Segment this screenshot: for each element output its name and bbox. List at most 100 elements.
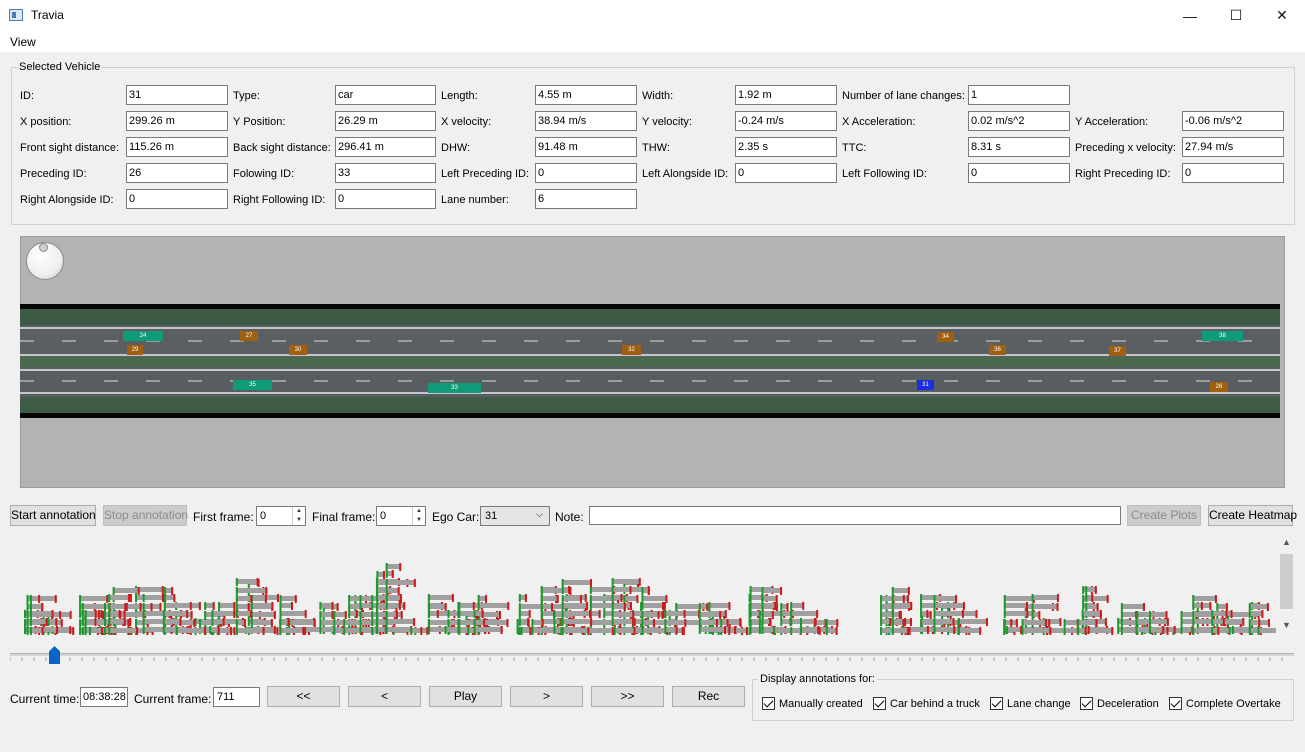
- timeline-annotation-bar[interactable]: [611, 587, 632, 592]
- scroll-up-icon[interactable]: ▲: [1282, 537, 1291, 547]
- field-value-left-alongside-id[interactable]: 0: [735, 163, 837, 183]
- timeline-annotation-bar[interactable]: [933, 619, 955, 624]
- note-input[interactable]: [589, 506, 1121, 525]
- timeline-annotation-bar[interactable]: [211, 611, 236, 616]
- timeline-annotation-bar[interactable]: [1248, 604, 1269, 609]
- timeline-annotation-bar[interactable]: [891, 588, 910, 593]
- step-forward-button[interactable]: >: [510, 686, 583, 707]
- menu-view[interactable]: View: [10, 35, 36, 49]
- timeline-annotation-bar[interactable]: [799, 627, 820, 632]
- current-frame-input[interactable]: 711: [213, 687, 260, 707]
- field-value-back-sight[interactable]: 296.41 m: [335, 137, 436, 157]
- vehicle-37[interactable]: 37: [1109, 346, 1126, 356]
- timeline-annotation-bar[interactable]: [799, 619, 816, 624]
- field-value-id[interactable]: 31: [126, 85, 228, 105]
- vehicle-33[interactable]: 33: [428, 383, 481, 393]
- close-button[interactable]: ✕: [1259, 0, 1305, 31]
- field-value-right-following-id[interactable]: 0: [335, 189, 436, 209]
- timeline-annotation-bar[interactable]: [385, 627, 413, 632]
- vehicle-38[interactable]: 38: [1202, 331, 1243, 341]
- timeline-annotation-bar[interactable]: [1006, 627, 1023, 632]
- timeline-annotation-bar[interactable]: [790, 603, 805, 608]
- timeline-annotation-bar[interactable]: [250, 620, 273, 625]
- timeline-annotation-bar[interactable]: [163, 603, 192, 608]
- timeline-annotation-bar[interactable]: [1021, 628, 1052, 633]
- timeline-annotation-bar[interactable]: [891, 603, 913, 608]
- spin-arrows-icon[interactable]: ▲ ▼: [412, 507, 425, 525]
- timeline-annotation-bar[interactable]: [1031, 604, 1059, 609]
- timeline-annotation-bar[interactable]: [108, 595, 130, 600]
- timeline-annotation-bar[interactable]: [1003, 603, 1028, 608]
- checkbox-manually-created[interactable]: Manually created: [762, 697, 863, 710]
- timeline-annotation-bar[interactable]: [235, 579, 259, 584]
- field-value-lane-number[interactable]: 6: [535, 189, 637, 209]
- timeline-annotation-bar[interactable]: [385, 603, 401, 608]
- timeline-annotation-bar[interactable]: [473, 627, 503, 632]
- field-value-thw[interactable]: 2.35 s: [735, 137, 837, 157]
- timeline-annotation-bar[interactable]: [611, 612, 635, 617]
- vehicle-32[interactable]: 32: [622, 345, 641, 355]
- vehicle-26[interactable]: 26: [1210, 382, 1228, 392]
- timeline-annotation-bar[interactable]: [1148, 619, 1169, 624]
- timeline-annotation-bar[interactable]: [561, 619, 593, 624]
- timeline-annotation-bar[interactable]: [641, 620, 655, 625]
- timeline-annotation-bar[interactable]: [561, 611, 592, 616]
- timeline-annotation-bar[interactable]: [1120, 612, 1138, 617]
- timeline-annotation-bar[interactable]: [891, 628, 910, 633]
- rotation-dial-knob[interactable]: [39, 243, 48, 252]
- timeline-annotation-bar[interactable]: [708, 603, 731, 608]
- first-frame-spinbox[interactable]: 0 ▲ ▼: [256, 506, 306, 526]
- timeline-annotation-bar[interactable]: [589, 603, 615, 608]
- maximize-button[interactable]: ☐: [1213, 0, 1259, 31]
- annotation-timeline[interactable]: [8, 532, 1276, 636]
- timeline-annotation-bar[interactable]: [288, 620, 316, 625]
- vehicle-36[interactable]: 36: [989, 345, 1006, 355]
- timeline-annotation-bar[interactable]: [162, 611, 189, 616]
- timeline-annotation-bar[interactable]: [279, 603, 293, 608]
- field-value-preceding-x-velocity[interactable]: 27.94 m/s: [1182, 137, 1284, 157]
- checkbox-checked-icon[interactable]: [990, 697, 1003, 710]
- timeline-annotation-bar[interactable]: [218, 603, 236, 608]
- checkbox-checked-icon[interactable]: [873, 697, 886, 710]
- checkbox-checked-icon[interactable]: [762, 697, 775, 710]
- timeline-annotation-bar[interactable]: [698, 612, 722, 617]
- timeline-annotation-bar[interactable]: [641, 612, 660, 617]
- timeline-annotation-bar[interactable]: [458, 603, 475, 608]
- timeline-annotation-bar[interactable]: [561, 596, 582, 601]
- field-value-lane-changes[interactable]: 1: [968, 85, 1070, 105]
- timeline-annotation-bar[interactable]: [664, 620, 687, 625]
- field-value-left-following-id[interactable]: 0: [968, 163, 1070, 183]
- timeline-annotation-bar[interactable]: [1248, 611, 1264, 616]
- timeline-annotation-bar[interactable]: [698, 620, 718, 625]
- timeline-annotation-bar[interactable]: [108, 619, 126, 624]
- timeline-annotation-bar[interactable]: [29, 628, 44, 633]
- timeline-annotation-bar[interactable]: [1063, 620, 1079, 625]
- timeline-annotation-bar[interactable]: [162, 619, 182, 624]
- field-value-dhw[interactable]: 91.48 m: [535, 137, 637, 157]
- timeline-annotation-bar[interactable]: [250, 612, 276, 617]
- timeline-annotation-bar[interactable]: [235, 596, 253, 601]
- chevron-down-icon[interactable]: ⌵: [536, 509, 543, 520]
- checkbox-lane-change[interactable]: Lane change: [990, 697, 1071, 710]
- create-plots-button[interactable]: Create Plots: [1127, 505, 1201, 526]
- timeline-annotation-bar[interactable]: [1031, 595, 1059, 600]
- timeline-annotation-bar[interactable]: [790, 611, 819, 616]
- frame-slider-handle[interactable]: [49, 646, 60, 664]
- timeline-annotation-bar[interactable]: [761, 588, 783, 593]
- timeline-annotation-bar[interactable]: [385, 588, 400, 593]
- field-value-y-position[interactable]: 26.29 m: [335, 111, 436, 131]
- timeline-annotation-bar[interactable]: [385, 595, 402, 600]
- timeline-annotation-bar[interactable]: [89, 628, 104, 633]
- timeline-annotation-bar[interactable]: [235, 611, 253, 616]
- vehicle-24[interactable]: 24: [123, 331, 163, 341]
- field-value-left-preceding-id[interactable]: 0: [535, 163, 637, 183]
- play-button[interactable]: Play: [429, 686, 502, 707]
- vehicle-27[interactable]: 27: [240, 331, 258, 341]
- timeline-annotation-bar[interactable]: [108, 628, 139, 633]
- timeline-annotation-bar[interactable]: [428, 604, 447, 609]
- field-value-type[interactable]: car: [335, 85, 436, 105]
- timeline-annotation-bar[interactable]: [1085, 604, 1099, 609]
- checkbox-deceleration[interactable]: Deceleration: [1080, 697, 1159, 710]
- timeline-annotation-bar[interactable]: [957, 628, 982, 633]
- timeline-annotation-bar[interactable]: [589, 587, 616, 592]
